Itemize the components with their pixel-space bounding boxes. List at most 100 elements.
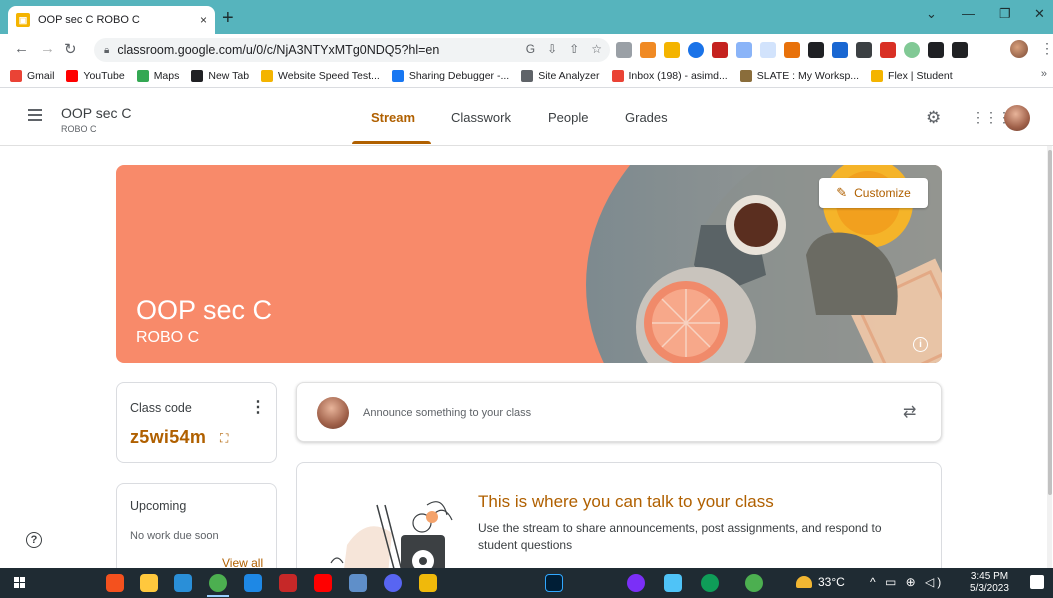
announce-placeholder[interactable]: Announce something to your class (363, 407, 531, 419)
upcoming-empty-text: No work due soon (130, 530, 219, 542)
bookmark-item[interactable]: Site Analyzer (521, 69, 600, 82)
main-menu-icon[interactable] (28, 109, 42, 124)
install-icon[interactable]: ⇩ (547, 42, 557, 56)
class-code-more-icon[interactable]: ⋮ (250, 397, 266, 417)
devcpp-icon[interactable] (244, 574, 262, 592)
class-code-label: Class code (130, 401, 192, 415)
close-window-icon[interactable]: ✕ (1034, 6, 1045, 22)
bookmark-favicon-icon (261, 69, 274, 82)
info-icon[interactable]: i (913, 337, 928, 352)
vscode-icon[interactable] (174, 574, 192, 592)
tab-grades[interactable]: Grades (625, 110, 668, 125)
extension-icon[interactable] (712, 42, 728, 58)
bookmark-favicon-icon (191, 69, 204, 82)
bookmark-label: Website Speed Test... (278, 69, 380, 82)
windows-start-icon[interactable] (14, 577, 26, 589)
bookmark-item[interactable]: SLATE : My Worksp... (739, 69, 860, 82)
bookmark-favicon-icon (871, 69, 884, 82)
discord-icon[interactable] (384, 574, 402, 592)
pencil-icon: ✎ (836, 185, 848, 200)
bookmarks-overflow-icon[interactable]: » (1041, 68, 1047, 80)
bookmark-star-icon[interactable]: ☆ (591, 42, 602, 56)
minimize-icon[interactable]: — (962, 6, 975, 21)
bookmark-label: YouTube (83, 69, 125, 82)
extension-icon[interactable] (640, 42, 656, 58)
weather-widget[interactable]: 33°C (796, 575, 845, 589)
extension-icon[interactable] (664, 42, 680, 58)
bookmark-item[interactable]: Website Speed Test... (261, 69, 380, 82)
bookmark-label: Maps (153, 69, 180, 82)
extension-icon[interactable] (784, 42, 800, 58)
bookmark-favicon-icon (611, 69, 624, 82)
scrollbar-thumb[interactable] (1048, 150, 1052, 495)
tab-close-icon[interactable]: × (200, 13, 207, 27)
browser-toolbar: ← → ↻ 🔒︎ classroom.google.com/u/0/c/NjA3… (0, 34, 1053, 64)
clock[interactable]: 3:45 PM 5/3/2023 (970, 571, 1009, 595)
app-icon[interactable] (664, 574, 682, 592)
tab-classwork[interactable]: Classwork (451, 110, 511, 125)
extension-icon[interactable] (832, 42, 848, 58)
browser-menu-icon[interactable]: ⋮ (1040, 40, 1053, 57)
extension-icon[interactable] (880, 42, 896, 58)
reload-icon[interactable]: ↻ (64, 40, 77, 58)
binance-icon[interactable] (419, 574, 437, 592)
extension-icon[interactable] (616, 42, 632, 58)
bookmark-item[interactable]: Maps (136, 69, 180, 82)
restore-icon[interactable]: ❐ (999, 6, 1011, 22)
extension-icon[interactable] (904, 42, 920, 58)
bookmark-item[interactable]: Sharing Debugger -... (391, 69, 509, 82)
extension-icon[interactable] (688, 42, 704, 58)
back-icon[interactable]: ← (14, 40, 29, 57)
bookmark-item[interactable]: Gmail (10, 69, 54, 82)
notification-icon[interactable] (1030, 575, 1044, 589)
extension-icon[interactable] (736, 42, 752, 58)
lock-icon: 🔒︎ (104, 44, 110, 56)
file-explorer-icon[interactable] (140, 574, 158, 592)
youtube-icon[interactable] (314, 574, 332, 592)
account-avatar[interactable] (1004, 105, 1030, 131)
banner-class-title[interactable]: OOP sec C (136, 295, 272, 326)
class-title[interactable]: OOP sec C (61, 105, 132, 121)
class-code-card: Class code ⋮ z5wi54m ⛶ (116, 382, 277, 463)
bookmark-item[interactable]: New Tab (191, 69, 249, 82)
devcpp-plus-icon[interactable] (279, 574, 297, 592)
repost-icon[interactable]: ⇄ (903, 402, 916, 422)
extension-icon[interactable] (760, 42, 776, 58)
side-panel-icon[interactable] (952, 42, 968, 58)
bookmark-item[interactable]: Inbox (198) - asimd... (611, 69, 728, 82)
app-icon[interactable] (349, 574, 367, 592)
bookmark-item[interactable]: YouTube (66, 69, 125, 82)
forward-icon[interactable]: → (40, 40, 55, 57)
chrome-icon[interactable] (209, 574, 227, 592)
tab-people[interactable]: People (548, 110, 588, 125)
bookmark-favicon-icon (136, 69, 149, 82)
app-icon[interactable] (627, 574, 645, 592)
chrome-icon[interactable] (745, 574, 763, 592)
browser-profile-avatar[interactable] (1010, 40, 1028, 58)
tab-stream[interactable]: Stream (371, 110, 415, 125)
help-icon[interactable]: ? (26, 532, 42, 548)
edge-icon[interactable] (701, 574, 719, 592)
system-tray-icons[interactable]: ^ ▭ ⊕ ◁) (870, 575, 944, 589)
display-fullscreen-icon[interactable]: ⛶ (220, 431, 228, 446)
browser-tab-strip: ▣ OOP sec C ROBO C × + ⌄ — ❐ ✕ (0, 0, 1053, 34)
settings-gear-icon[interactable]: ⚙ (926, 108, 941, 128)
bookmark-favicon-icon (10, 69, 22, 82)
photoshop-icon[interactable] (545, 574, 563, 592)
browser-tab[interactable]: ▣ OOP sec C ROBO C × (8, 6, 215, 34)
extension-icon[interactable] (856, 42, 872, 58)
class-section: ROBO C (61, 124, 97, 134)
extension-icon[interactable] (808, 42, 824, 58)
share-icon[interactable]: ⇧ (569, 42, 579, 56)
bookmark-label: SLATE : My Worksp... (756, 69, 860, 82)
address-bar[interactable]: 🔒︎ classroom.google.com/u/0/c/NjA3NTYxMT… (94, 38, 610, 62)
taskbar-app-icon[interactable] (106, 574, 124, 592)
extensions-puzzle-icon[interactable] (928, 42, 944, 58)
bookmark-item[interactable]: Flex | Student (871, 69, 953, 82)
upcoming-title: Upcoming (130, 499, 187, 513)
announce-box[interactable]: Announce something to your class ⇄ (296, 382, 942, 442)
tab-search-icon[interactable]: ⌄ (926, 6, 937, 22)
google-lens-icon[interactable]: G (526, 42, 535, 56)
new-tab-button[interactable]: + (222, 7, 234, 30)
customize-button[interactable]: ✎ Customize (819, 178, 928, 208)
